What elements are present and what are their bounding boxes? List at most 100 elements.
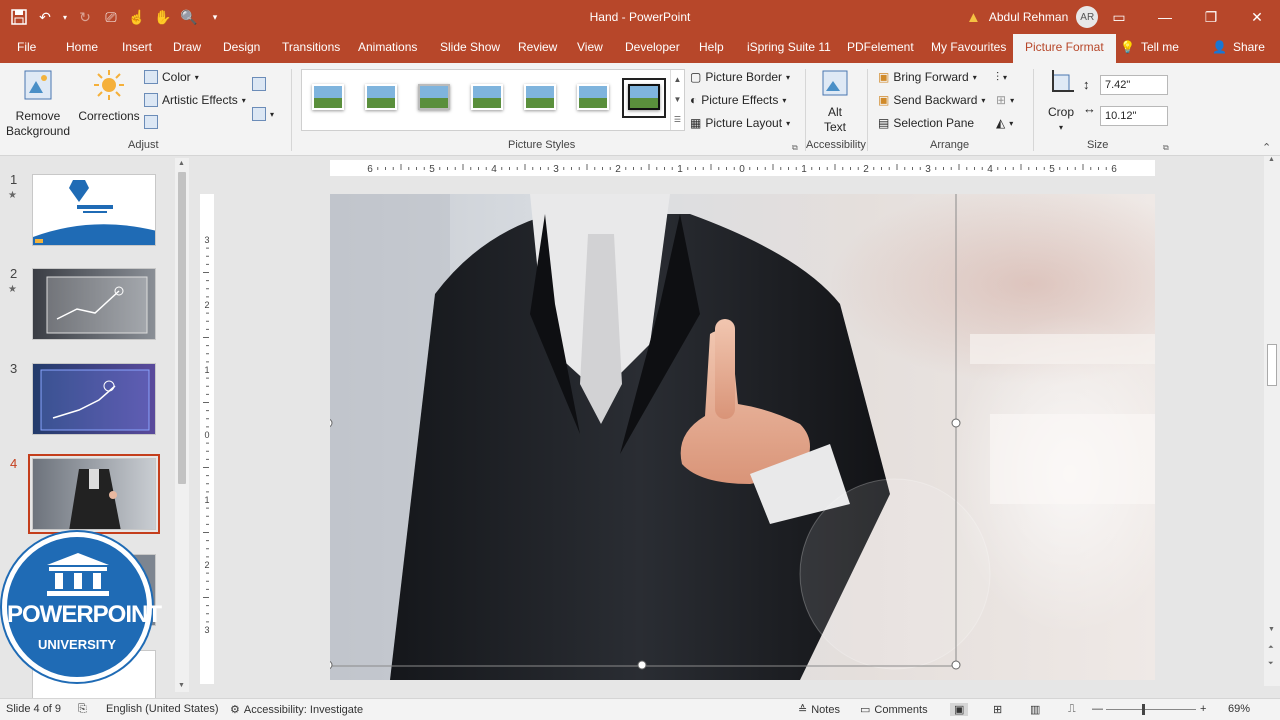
tab-pdfelement[interactable]: PDFelement <box>847 40 914 54</box>
picture-style-6[interactable] <box>573 80 613 116</box>
slide-sorter-icon[interactable]: ⊞ <box>993 703 1002 716</box>
picture-style-4[interactable] <box>467 80 507 116</box>
restore-icon[interactable]: ❐ <box>1188 0 1234 34</box>
alt-text-button[interactable]: Alt Text <box>815 69 855 135</box>
language-indicator[interactable]: English (United States) <box>106 703 219 715</box>
tell-me[interactable]: 💡 Tell me <box>1120 40 1179 54</box>
tab-developer[interactable]: Developer <box>625 40 680 54</box>
gallery-scroll[interactable]: ▲ ▼ ☰ <box>670 70 684 130</box>
height-input[interactable]: 7.42" <box>1100 75 1168 95</box>
accessibility-group-label: Accessibility <box>806 139 866 151</box>
tab-home[interactable]: Home <box>66 40 98 54</box>
close-icon[interactable]: ✕ <box>1234 0 1280 34</box>
comments-button[interactable]: ▭ Comments <box>860 703 928 717</box>
picture-style-5[interactable] <box>520 80 560 116</box>
minimize-icon[interactable]: — <box>1142 0 1188 34</box>
share-button[interactable]: 👤 Share <box>1212 40 1265 54</box>
slide-thumbnail-2[interactable] <box>32 268 156 340</box>
scroll-thumb[interactable] <box>178 172 186 484</box>
dialog-launcher-icon[interactable]: ⧉ <box>792 143 798 153</box>
tab-animations[interactable]: Animations <box>358 40 417 54</box>
zoom-level[interactable]: 69% <box>1228 703 1250 715</box>
gallery-more-icon[interactable]: ☰ <box>671 110 684 130</box>
size-dialog-launcher-icon[interactable]: ⧉ <box>1163 143 1169 153</box>
normal-view-icon[interactable]: ▣ <box>950 703 969 716</box>
undo-dropdown-icon[interactable]: ▾ <box>60 6 70 28</box>
save-icon[interactable] <box>8 6 30 28</box>
tab-view[interactable]: View <box>577 40 603 54</box>
slide-thumbnail-3[interactable] <box>32 363 156 435</box>
change-picture-button[interactable]: ▾ <box>252 107 274 121</box>
accessibility-status[interactable]: ⚙ Accessibility: Investigate <box>230 703 363 717</box>
align-button[interactable]: ⫶ ▾ <box>996 70 1007 85</box>
transparency-button[interactable] <box>144 115 158 129</box>
notes-button[interactable]: ≙ Notes <box>798 703 840 717</box>
send-backward-button[interactable]: ▣ Send Backward ▾ <box>878 93 985 107</box>
customize-qat-icon[interactable]: ▾ <box>204 6 226 28</box>
gallery-up-icon[interactable]: ▲ <box>671 70 684 90</box>
remove-background-button[interactable]: Remove Background <box>4 69 72 139</box>
picture-layout-button[interactable]: ▦ Picture Layout ▾ <box>690 116 790 130</box>
previous-slide-icon[interactable]: ⏶ <box>1268 644 1274 652</box>
zoom-slider[interactable] <box>1106 704 1196 715</box>
collapse-ribbon-icon[interactable]: ⌃ <box>1262 141 1271 154</box>
gallery-down-icon[interactable]: ▼ <box>671 90 684 110</box>
zoom-in-icon[interactable]: + <box>1200 703 1206 715</box>
group-button[interactable]: ⊞ ▾ <box>996 93 1014 107</box>
user-account[interactable]: ▲ Abdul Rehman AR <box>966 6 1099 28</box>
warning-icon[interactable]: ▲ <box>966 9 981 26</box>
bring-forward-button[interactable]: ▣ Bring Forward ▾ <box>878 70 977 84</box>
slide-show-icon[interactable]: ⎍ <box>1068 703 1076 716</box>
tab-review[interactable]: Review <box>518 40 557 54</box>
touch-mode-icon[interactable]: ☝ <box>126 6 148 28</box>
tab-picture-format[interactable]: Picture Format <box>1013 34 1116 63</box>
tab-insert[interactable]: Insert <box>122 40 152 54</box>
slide-thumbnail-4[interactable] <box>28 454 160 534</box>
ribbon-display-options-icon[interactable]: ▭ <box>1096 0 1142 34</box>
rotate-button[interactable]: ◭ ▾ <box>996 116 1013 130</box>
scroll-down-icon[interactable]: ▼ <box>1268 626 1275 633</box>
print-preview-icon[interactable]: 🔍 <box>178 6 200 28</box>
tab-design[interactable]: Design <box>223 40 260 54</box>
tab-my-favourites[interactable]: My Favourites <box>931 40 1006 54</box>
tab-file[interactable]: File <box>17 40 36 54</box>
picture-style-3[interactable] <box>414 80 454 116</box>
corrections-button[interactable]: Corrections <box>78 69 140 124</box>
artistic-effects-button[interactable]: Artistic Effects ▾ <box>144 93 246 107</box>
scroll-up-icon[interactable]: ▲ <box>178 160 185 167</box>
tab-ispring[interactable]: iSpring Suite 11 <box>747 40 831 54</box>
selection-frame[interactable] <box>330 194 1155 680</box>
scroll-up-icon[interactable]: ▲ <box>1268 156 1275 163</box>
avatar[interactable]: AR <box>1076 6 1099 28</box>
slide-thumbnail-1[interactable] <box>32 174 156 246</box>
editor-scrollbar[interactable]: ▲ ▼ ⏶ ⏷ <box>1264 156 1280 686</box>
tab-draw[interactable]: Draw <box>173 40 201 54</box>
zoom-out-icon[interactable]: — <box>1092 703 1103 715</box>
scroll-thumb[interactable] <box>1267 344 1277 386</box>
crop-button[interactable]: Crop ▾ <box>1042 69 1080 135</box>
picture-effects-button[interactable]: ◐ Picture Effects ▾ <box>690 93 786 107</box>
picture-border-button[interactable]: ▢ Picture Border ▾ <box>690 70 790 84</box>
slide-canvas[interactable] <box>330 194 1155 680</box>
next-slide-icon[interactable]: ⏷ <box>1268 660 1274 668</box>
tab-slide-show[interactable]: Slide Show <box>440 40 500 54</box>
picture-style-1[interactable] <box>308 80 348 116</box>
start-from-beginning-icon[interactable]: ⎚ <box>100 6 122 28</box>
reading-view-icon[interactable]: ▥ <box>1030 703 1040 716</box>
undo-icon[interactable]: ↶ <box>34 6 56 28</box>
color-button[interactable]: Color ▾ <box>144 70 199 84</box>
width-input[interactable]: 10.12" <box>1100 106 1168 126</box>
picture-style-7[interactable] <box>622 78 666 118</box>
scroll-down-icon[interactable]: ▼ <box>178 682 185 689</box>
touch-mouse-mode-icon[interactable]: ✋ <box>152 6 174 28</box>
picture-style-2[interactable] <box>361 80 401 116</box>
selection-pane-button[interactable]: ▤ Selection Pane <box>878 116 974 130</box>
spell-check-icon[interactable]: ⎘ <box>78 703 87 716</box>
compress-pictures-button[interactable] <box>252 77 266 91</box>
slide-pane-scrollbar[interactable]: ▲ ▼ <box>175 158 189 692</box>
redo-icon[interactable]: ↻ <box>74 6 96 28</box>
tab-transitions[interactable]: Transitions <box>282 40 340 54</box>
tab-help[interactable]: Help <box>699 40 724 54</box>
slide-counter[interactable]: Slide 4 of 9 <box>6 703 61 715</box>
zoom-slider-handle[interactable] <box>1142 704 1145 715</box>
